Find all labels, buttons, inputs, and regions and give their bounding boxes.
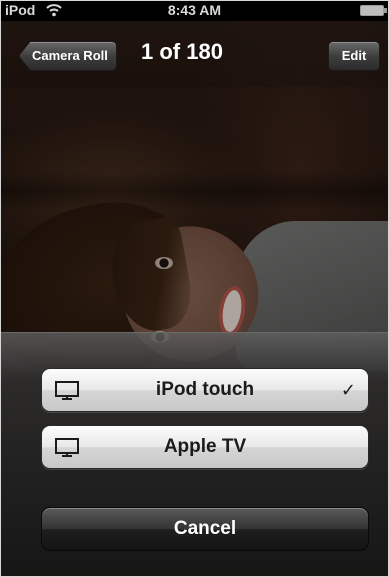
airplay-action-sheet: iPod touch ✓ Apple TV Cancel <box>1 332 388 576</box>
edit-button[interactable]: Edit <box>328 41 380 71</box>
page-title: 1 of 180 <box>141 39 223 64</box>
screen: iPod 8:43 AM Camera Roll 1 of 180 Edit i… <box>0 0 389 577</box>
battery-icon <box>360 5 387 16</box>
status-bar: iPod 8:43 AM <box>1 1 388 21</box>
monitor-icon <box>55 381 79 400</box>
checkmark-icon: ✓ <box>340 380 356 400</box>
status-time: 8:43 AM <box>167 2 222 18</box>
ipod-touch-option[interactable]: iPod touch ✓ <box>41 368 369 412</box>
apple-tv-option[interactable]: Apple TV <box>41 425 369 469</box>
cancel-button[interactable]: Cancel <box>41 507 369 551</box>
navigation-bar: Camera Roll 1 of 180 Edit <box>1 21 388 87</box>
monitor-icon <box>55 438 79 457</box>
option-label: Apple TV <box>163 436 247 457</box>
option-label: iPod touch <box>155 379 255 400</box>
camera-roll-back-button[interactable]: Camera Roll <box>19 41 117 71</box>
